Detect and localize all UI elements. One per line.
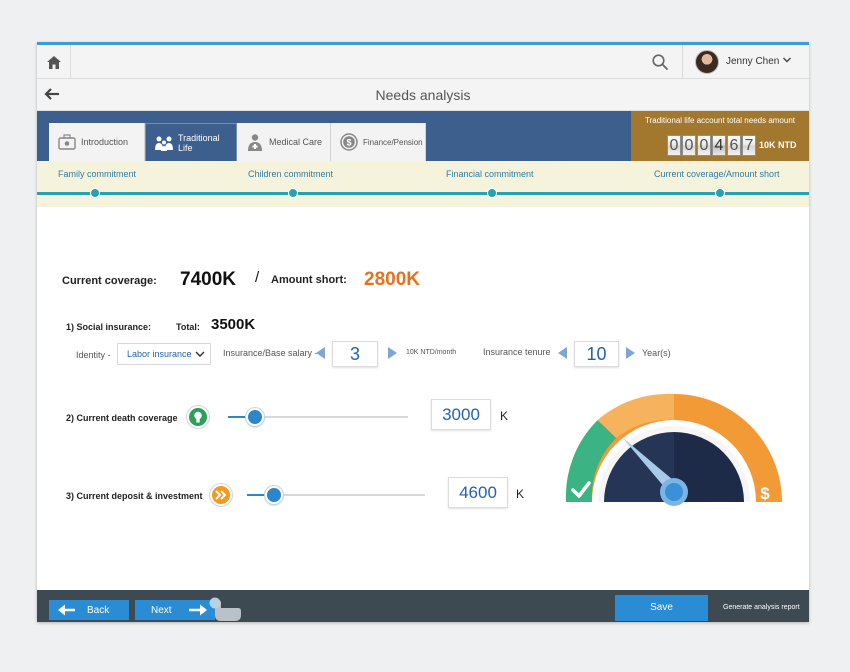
- salary-unit: 10K NTD/month: [406, 349, 457, 356]
- coverage-label: Current coverage:: [62, 275, 157, 287]
- double-chevron-right-icon: [210, 484, 232, 506]
- search-button[interactable]: [651, 53, 673, 75]
- step-current-coverage[interactable]: Current coverage/Amount short: [654, 169, 780, 179]
- tenure-input[interactable]: 10: [574, 341, 619, 367]
- amount-short-value: 2800K: [364, 269, 420, 290]
- pointer-hand-icon: [209, 597, 241, 621]
- next-button-label: Next: [151, 604, 172, 616]
- identity-select-value: Labor insurance: [127, 349, 192, 359]
- timeline-dot[interactable]: [288, 188, 298, 198]
- briefcase-icon: [57, 132, 77, 152]
- death-coverage-label: 2) Current death coverage: [66, 413, 178, 423]
- save-button[interactable]: Save: [615, 595, 708, 621]
- step-children-commitment[interactable]: Children commitment: [248, 169, 333, 179]
- bottom-bar: Back Next Save Generate analysis report: [37, 590, 809, 622]
- family-icon: [154, 133, 174, 153]
- total-needs-label: Traditional life account total needs amo…: [644, 116, 795, 125]
- counter-digit: 6: [727, 135, 741, 156]
- user-name: Jenny Chen: [726, 56, 780, 67]
- counter-digit: 0: [697, 135, 711, 156]
- timeline-line: [37, 192, 809, 195]
- deposit-slider-thumb[interactable]: [264, 486, 283, 504]
- home-icon: [46, 55, 61, 69]
- coverage-gauge: $: [565, 393, 782, 506]
- tenure-label: Insurance tenure: [483, 347, 551, 357]
- salary-decrease-arrow[interactable]: [316, 347, 325, 359]
- tab-label: Finance/Pension: [363, 137, 423, 147]
- counter-digit: 0: [682, 135, 696, 156]
- identity-select[interactable]: Labor insurance: [117, 343, 211, 365]
- tab-finance-pension[interactable]: $ Finance/Pension: [331, 123, 426, 161]
- timeline-dot[interactable]: [487, 188, 497, 198]
- deposit-investment-label: 3) Current deposit & investment: [66, 491, 203, 501]
- tab-medical-care[interactable]: Medical Care: [237, 123, 331, 161]
- title-bar: Needs analysis: [37, 79, 809, 111]
- top-bar: Jenny Chen: [37, 45, 809, 79]
- back-button[interactable]: Back: [49, 600, 129, 620]
- chevron-down-icon[interactable]: [782, 55, 792, 65]
- back-button-label: Back: [87, 604, 110, 616]
- doctor-icon: [245, 132, 265, 152]
- salary-increase-arrow[interactable]: [388, 347, 397, 359]
- generate-report-link[interactable]: Generate analysis report: [723, 604, 800, 611]
- summary-separator: /: [255, 269, 260, 286]
- tab-traditional-life[interactable]: Traditional Life: [145, 123, 237, 161]
- tab-introduction[interactable]: Introduction: [49, 123, 145, 161]
- lightbulb-icon: [187, 406, 209, 428]
- digit-counter: 0 0 0 4 6 7: [667, 135, 757, 156]
- home-button[interactable]: [37, 45, 71, 79]
- counter-digit: 7: [742, 135, 756, 156]
- timeline-dot[interactable]: [715, 188, 725, 198]
- total-needs-panel: Traditional life account total needs amo…: [631, 111, 809, 161]
- next-button[interactable]: Next: [135, 600, 215, 620]
- arrow-right-icon: [188, 604, 207, 616]
- tab-label: Traditional Life: [178, 132, 220, 153]
- social-total-value: 3500K: [211, 316, 256, 333]
- counter-unit: 10K NTD: [759, 140, 797, 150]
- deposit-unit: K: [516, 487, 525, 501]
- svg-text:$: $: [346, 137, 351, 147]
- svg-text:$: $: [760, 484, 770, 503]
- tenure-decrease-arrow[interactable]: [558, 347, 567, 359]
- avatar[interactable]: [695, 50, 719, 74]
- page-title: Needs analysis: [375, 87, 471, 103]
- dollar-icon: $: [760, 484, 770, 503]
- search-icon: [652, 54, 668, 70]
- counter-digit: 0: [667, 135, 681, 156]
- chevron-down-icon: [195, 351, 205, 357]
- salary-input[interactable]: 3: [332, 341, 378, 367]
- timeline-dot[interactable]: [90, 188, 100, 198]
- death-coverage-unit: K: [500, 409, 509, 423]
- social-insurance-heading: 1) Social insurance:: [66, 322, 152, 332]
- identity-label: Identity -: [76, 350, 111, 360]
- app-window: Jenny Chen Needs analysis Introduction T…: [37, 42, 809, 622]
- tenure-increase-arrow[interactable]: [626, 347, 635, 359]
- tenure-unit: Year(s): [642, 348, 671, 358]
- salary-label: Insurance/Base salary -: [223, 348, 318, 358]
- user-menu[interactable]: Jenny Chen: [682, 45, 809, 79]
- amount-short-label: Amount short:: [271, 274, 347, 286]
- arrow-left-icon: [58, 604, 75, 616]
- dollar-coin-icon: $: [339, 132, 359, 152]
- coverage-value: 7400K: [180, 269, 236, 290]
- death-coverage-input[interactable]: 3000: [431, 399, 491, 430]
- progress-timeline: Family commitment Children commitment Fi…: [37, 161, 809, 207]
- social-total-label: Total:: [176, 322, 200, 332]
- tab-label: Medical Care: [269, 137, 323, 147]
- deposit-input[interactable]: 4600: [448, 477, 508, 508]
- step-financial-commitment[interactable]: Financial commitment: [446, 169, 534, 179]
- death-coverage-slider-thumb[interactable]: [246, 408, 264, 426]
- tab-label: Introduction: [81, 137, 129, 147]
- counter-digit: 4: [712, 135, 726, 156]
- step-family-commitment[interactable]: Family commitment: [58, 169, 136, 179]
